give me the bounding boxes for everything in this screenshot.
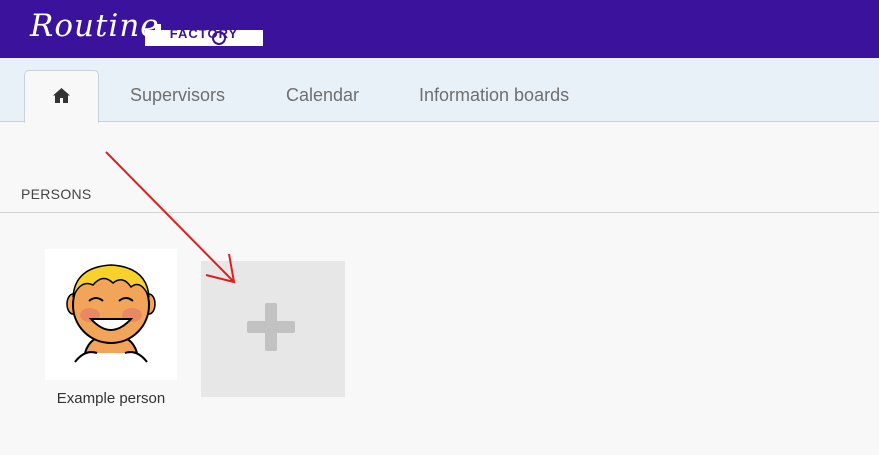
logo-script-text: Routine <box>30 8 160 44</box>
section-divider <box>0 212 879 213</box>
home-icon <box>53 88 70 104</box>
tab-calendar[interactable]: Calendar <box>286 70 359 121</box>
tab-supervisors[interactable]: Supervisors <box>130 70 225 121</box>
top-bar: Routine FACTORY <box>0 0 879 58</box>
add-person-button[interactable] <box>201 261 345 397</box>
tab-home[interactable] <box>24 70 99 123</box>
person-card[interactable]: Example person <box>45 249 177 419</box>
plus-icon <box>247 303 295 351</box>
logo-factory-badge: FACTORY <box>145 24 263 46</box>
smiling-boy-avatar <box>45 249 177 380</box>
tab-information-boards[interactable]: Information boards <box>419 70 569 121</box>
logo-factory-text: FACTORY <box>169 26 239 41</box>
persons-section-title: PERSONS <box>21 186 92 202</box>
main-nav: Supervisors Calendar Information boards <box>0 58 879 123</box>
person-name: Example person <box>56 390 166 407</box>
